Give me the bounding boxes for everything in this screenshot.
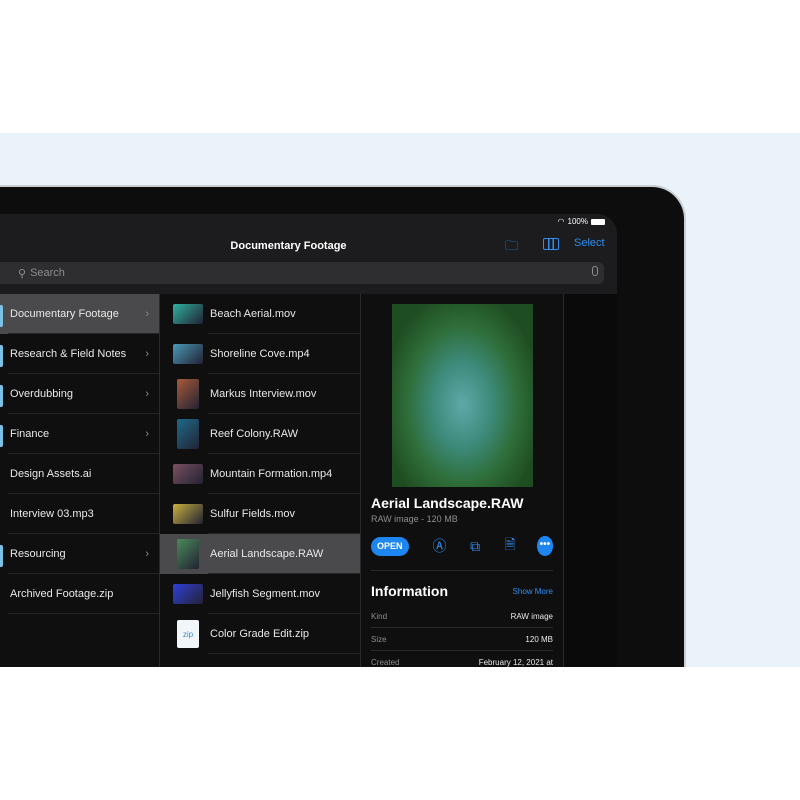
list-item[interactable]: Jellyfish Segment.mov bbox=[160, 574, 360, 614]
info-row: Size 120 MB bbox=[371, 628, 553, 651]
search-icon: ⚲ bbox=[18, 267, 27, 280]
thumbnail-image bbox=[177, 539, 199, 569]
show-more-link[interactable]: Show More bbox=[513, 587, 553, 596]
item-label: Aerial Landscape.RAW bbox=[210, 548, 324, 560]
thumbnail-image bbox=[173, 304, 203, 324]
item-label: Beach Aerial.mov bbox=[210, 308, 296, 320]
chevron-right-icon: › bbox=[145, 428, 149, 440]
list-item[interactable]: Finance › bbox=[0, 414, 159, 454]
folder-icon bbox=[0, 425, 3, 447]
divider bbox=[371, 570, 553, 571]
item-label: Markus Interview.mov bbox=[210, 388, 317, 400]
file-preview-image[interactable] bbox=[391, 304, 533, 487]
info-key: Kind bbox=[371, 612, 388, 621]
open-button[interactable]: OPEN bbox=[371, 536, 409, 556]
info-value: 120 MB bbox=[525, 635, 553, 644]
new-folder-icon[interactable]: 🗀 bbox=[505, 237, 518, 259]
folder-icon bbox=[0, 305, 3, 327]
list-item[interactable]: Shoreline Cove.mp4 bbox=[160, 334, 360, 374]
info-value: February 12, 2021 at 2:40 PM bbox=[478, 658, 553, 667]
info-row: Created February 12, 2021 at 2:40 PM bbox=[371, 651, 553, 667]
item-label: Archived Footage.zip bbox=[10, 588, 114, 600]
item-label: Sulfur Fields.mov bbox=[210, 508, 295, 520]
thumbnail-image bbox=[173, 464, 203, 484]
zip-file-icon: zip bbox=[177, 620, 199, 648]
list-item[interactable]: Documentary Footage › bbox=[0, 294, 159, 334]
list-item[interactable]: zipArchived Footage.zip bbox=[0, 574, 159, 614]
item-label: Mountain Formation.mp4 bbox=[210, 468, 333, 480]
select-button[interactable]: Select bbox=[574, 237, 605, 249]
folder-icon bbox=[0, 385, 3, 407]
info-row: Kind RAW image bbox=[371, 605, 553, 628]
chevron-right-icon: › bbox=[145, 548, 149, 560]
file-name: Aerial Landscape.RAW bbox=[371, 495, 524, 511]
microphone-icon[interactable] bbox=[592, 266, 598, 276]
search-field[interactable]: ⚲ Search bbox=[0, 262, 604, 284]
empty-area bbox=[564, 294, 617, 667]
item-label: Jellyfish Segment.mov bbox=[210, 588, 321, 600]
list-item[interactable]: Mountain Formation.mp4 bbox=[160, 454, 360, 494]
information-heading: Information bbox=[371, 583, 448, 599]
item-label: Design Assets.ai bbox=[10, 468, 92, 480]
markup-icon[interactable]: Ⓐ bbox=[433, 536, 447, 556]
item-label: Color Grade Edit.zip bbox=[210, 628, 310, 640]
info-key: Created bbox=[371, 658, 400, 667]
list-item[interactable]: Markus Interview.mov bbox=[160, 374, 360, 414]
status-bar: ◠ 100% bbox=[558, 217, 605, 226]
background-band: ◠ 100% Documentary Footage 🗀 Select ⚲ Se… bbox=[0, 133, 800, 667]
list-item[interactable]: Overdubbing › bbox=[0, 374, 159, 414]
list-item[interactable]: Reef Colony.RAW bbox=[160, 414, 360, 454]
list-item[interactable]: ⇦Interview 03.mp3 bbox=[0, 494, 159, 534]
more-button[interactable]: ••• bbox=[536, 536, 553, 556]
page-title: Documentary Footage bbox=[230, 240, 347, 252]
device-frame: ◠ 100% Documentary Footage 🗀 Select ⚲ Se… bbox=[0, 185, 686, 667]
item-label: Reef Colony.RAW bbox=[210, 428, 299, 440]
chevron-right-icon: › bbox=[145, 388, 149, 400]
thumbnail-image bbox=[173, 584, 203, 604]
list-item[interactable]: Resourcing › bbox=[0, 534, 159, 574]
folder-icon bbox=[0, 345, 3, 367]
rotate-icon[interactable]: ⧉ bbox=[469, 538, 482, 555]
chevron-right-icon: › bbox=[145, 308, 149, 320]
chevron-right-icon: › bbox=[145, 348, 149, 360]
list-item[interactable]: zip Color Grade Edit.zip bbox=[160, 614, 360, 654]
sidebar-column: Documentary Footage › Research & Field Not… bbox=[0, 294, 160, 667]
wifi-icon: ◠ bbox=[557, 217, 565, 226]
list-item[interactable]: AiDesign Assets.ai bbox=[0, 454, 159, 494]
item-label: Finance bbox=[10, 428, 50, 440]
search-input[interactable]: Search bbox=[30, 267, 65, 279]
info-value: RAW image bbox=[510, 612, 553, 621]
item-label: Resourcing bbox=[10, 548, 66, 560]
column-view-icon[interactable] bbox=[543, 238, 559, 250]
item-label: Shoreline Cove.mp4 bbox=[210, 348, 310, 360]
item-label: Interview 03.mp3 bbox=[10, 508, 94, 520]
list-item[interactable]: Sulfur Fields.mov bbox=[160, 494, 360, 534]
item-label: Overdubbing bbox=[10, 388, 73, 400]
thumbnail-image bbox=[177, 379, 199, 409]
detail-column: Aerial Landscape.RAW RAW image - 120 MB … bbox=[361, 294, 564, 667]
item-label: Research & Field Notes bbox=[10, 348, 127, 360]
thumbnail-image bbox=[177, 419, 199, 449]
create-pdf-icon[interactable]: 🗎 bbox=[504, 534, 517, 558]
battery-percent: 100% bbox=[567, 217, 588, 226]
item-label: Documentary Footage bbox=[10, 308, 119, 320]
file-subtitle: RAW image - 120 MB bbox=[371, 514, 458, 524]
files-column: Beach Aerial.mov Shoreline Cove.mp4 Markus… bbox=[160, 294, 361, 667]
thumbnail-image bbox=[173, 344, 203, 364]
folder-icon bbox=[0, 545, 3, 567]
battery-icon bbox=[591, 218, 605, 225]
info-key: Size bbox=[371, 635, 387, 644]
files-app-screen: ◠ 100% Documentary Footage 🗀 Select ⚲ Se… bbox=[0, 214, 617, 667]
list-item[interactable]: Beach Aerial.mov bbox=[160, 294, 360, 334]
thumbnail-image bbox=[173, 504, 203, 524]
list-item[interactable]: Research & Field Notes › bbox=[0, 334, 159, 374]
list-item[interactable]: Aerial Landscape.RAW bbox=[160, 534, 360, 574]
